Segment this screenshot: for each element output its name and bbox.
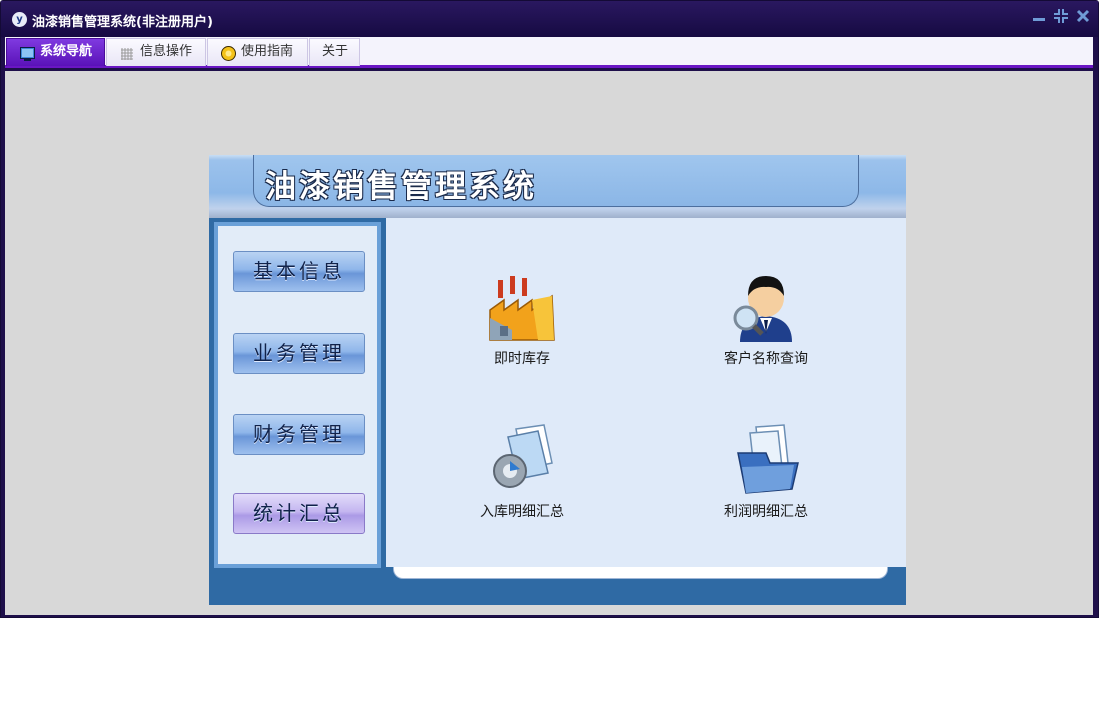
app-logo-icon: y [12,12,27,27]
tab-label: 系统导航 [40,44,93,59]
stock-in-detail-summary-item[interactable]: 入库明细汇总 [442,423,602,521]
statistics-summary-button[interactable]: 统计汇总 [233,493,365,534]
app-window: y 油漆销售管理系统(非注册用户) 系统导航 信息操作 使用指南 关于 油漆销售… [0,0,1099,618]
tab-label: 信息操作 [140,44,193,59]
workspace: 油漆销售管理系统 基本信息 业务管理 财务管理 统计汇总 即时库存 客户名称查询… [5,71,1093,615]
title-bar[interactable]: y 油漆销售管理系统(非注册用户) [1,1,1098,37]
tab-system-navigation[interactable]: 系统导航 [6,38,105,66]
tab-info-operation[interactable]: 信息操作 [106,38,206,66]
function-label: 客户名称查询 [724,351,808,367]
customer-name-query-item[interactable]: 客户名称查询 [686,270,846,368]
monitor-icon [20,45,35,61]
tab-label: 关于 [322,44,349,59]
menu-bar: 系统导航 信息操作 使用指南 关于 [5,37,1093,68]
navigation-panel: 油漆销售管理系统 基本信息 业务管理 财务管理 统计汇总 即时库存 客户名称查询… [209,155,906,605]
grid-icon [120,45,135,60]
function-label: 即时库存 [494,351,550,367]
profit-detail-summary-item[interactable]: 利润明细汇总 [686,423,846,521]
folder-documents-icon [726,423,806,497]
basic-info-button[interactable]: 基本信息 [233,251,365,292]
tab-label: 使用指南 [241,44,294,59]
close-icon[interactable] [1074,9,1092,27]
help-icon [221,45,236,61]
restore-icon[interactable] [1052,9,1070,27]
tab-user-guide[interactable]: 使用指南 [207,38,308,66]
finance-management-button[interactable]: 财务管理 [233,414,365,455]
panel-title: 油漆销售管理系统 [265,169,537,205]
business-management-button[interactable]: 业务管理 [233,333,365,374]
sidebar: 基本信息 业务管理 财务管理 统计汇总 [214,222,381,568]
minimize-icon[interactable] [1030,9,1048,27]
function-label: 利润明细汇总 [724,504,808,520]
gear-document-icon [482,423,562,497]
function-area: 即时库存 客户名称查询 入库明细汇总 利润明细汇总 [384,218,906,567]
panel-header: 油漆销售管理系统 [209,155,906,218]
function-label: 入库明细汇总 [480,504,564,520]
tab-about[interactable]: 关于 [309,38,360,66]
window-title: 油漆销售管理系统(非注册用户) [32,15,213,30]
panel-bottom-strip [393,567,888,579]
factory-icon [482,270,562,344]
realtime-inventory-item[interactable]: 即时库存 [442,270,602,368]
user-search-icon [726,270,806,344]
